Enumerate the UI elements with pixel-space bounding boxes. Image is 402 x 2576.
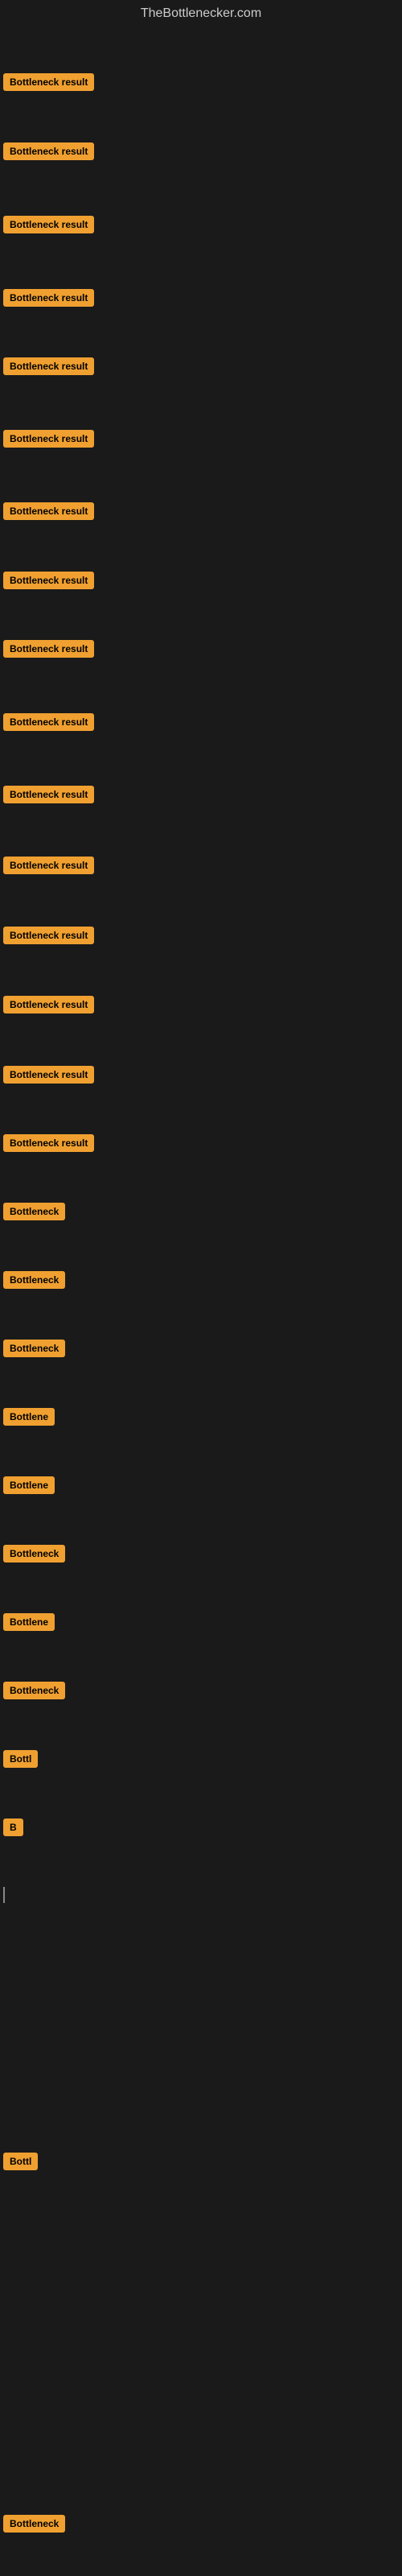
bottleneck-badge: Bottleneck result xyxy=(3,502,94,520)
list-item: Bottlene xyxy=(3,1476,55,1498)
bottleneck-badge: Bottleneck result xyxy=(3,857,94,874)
bottleneck-badge: Bottleneck xyxy=(3,1545,65,1563)
list-item: Bottleneck result xyxy=(3,142,94,164)
bottleneck-badge: Bottleneck xyxy=(3,2515,65,2533)
list-item: Bottleneck result xyxy=(3,289,94,311)
bottleneck-badge: Bottleneck result xyxy=(3,142,94,160)
list-item: Bottlene xyxy=(3,1408,55,1430)
list-item: Bottleneck xyxy=(3,1340,65,1361)
bottleneck-badge: Bottleneck result xyxy=(3,1134,94,1152)
bottleneck-badge: Bottleneck result xyxy=(3,640,94,658)
list-item xyxy=(3,1887,5,1903)
list-item: Bottleneck result xyxy=(3,713,94,735)
list-item: B xyxy=(3,1818,23,1840)
list-item: Bottleneck xyxy=(3,1203,65,1224)
list-item: Bottleneck result xyxy=(3,572,94,593)
bottleneck-badge: Bottl xyxy=(3,1750,38,1768)
list-item: Bottleneck xyxy=(3,1682,65,1703)
bottleneck-badge: Bottlene xyxy=(3,1476,55,1494)
bottleneck-badge: Bottleneck result xyxy=(3,713,94,731)
bottleneck-badge: Bottleneck result xyxy=(3,216,94,233)
bottleneck-badge: Bottl xyxy=(3,2153,38,2170)
list-item: Bottleneck result xyxy=(3,1066,94,1088)
bottleneck-badge: Bottleneck result xyxy=(3,572,94,589)
list-item: Bottleneck xyxy=(3,1545,65,1567)
bottleneck-badge: Bottlene xyxy=(3,1408,55,1426)
bottleneck-badge: Bottlene xyxy=(3,1613,55,1631)
bottleneck-badge: Bottleneck result xyxy=(3,927,94,944)
list-item: Bottleneck result xyxy=(3,996,94,1018)
list-item: Bottleneck result xyxy=(3,1134,94,1156)
bottleneck-badge: Bottleneck xyxy=(3,1203,65,1220)
site-title: TheBottlenecker.com xyxy=(0,0,402,27)
list-item: Bottlene xyxy=(3,1613,55,1635)
bottleneck-badge: Bottleneck result xyxy=(3,430,94,448)
list-item: Bottl xyxy=(3,1750,38,1772)
bottleneck-badge: Bottleneck result xyxy=(3,996,94,1013)
list-item: Bottleneck result xyxy=(3,216,94,237)
list-item: Bottleneck result xyxy=(3,357,94,379)
list-item: Bottleneck result xyxy=(3,430,94,452)
list-item: Bottleneck result xyxy=(3,73,94,95)
bottleneck-badge: Bottleneck result xyxy=(3,73,94,91)
line-indicator xyxy=(3,1887,5,1903)
list-item: Bottleneck result xyxy=(3,786,94,807)
list-item: Bottleneck result xyxy=(3,927,94,948)
list-item: Bottleneck xyxy=(3,1271,65,1293)
list-item: Bottleneck xyxy=(3,2515,65,2537)
list-item: Bottleneck result xyxy=(3,502,94,524)
list-item: Bottleneck result xyxy=(3,640,94,662)
bottleneck-badge: Bottleneck result xyxy=(3,786,94,803)
bottleneck-badge: Bottleneck result xyxy=(3,289,94,307)
bottleneck-badge: B xyxy=(3,1818,23,1836)
bottleneck-badge: Bottleneck xyxy=(3,1271,65,1289)
bottleneck-badge: Bottleneck xyxy=(3,1682,65,1699)
bottleneck-badge: Bottleneck xyxy=(3,1340,65,1357)
list-item: Bottleneck result xyxy=(3,857,94,878)
bottleneck-badge: Bottleneck result xyxy=(3,357,94,375)
list-item: Bottl xyxy=(3,2153,38,2174)
bottleneck-badge: Bottleneck result xyxy=(3,1066,94,1084)
